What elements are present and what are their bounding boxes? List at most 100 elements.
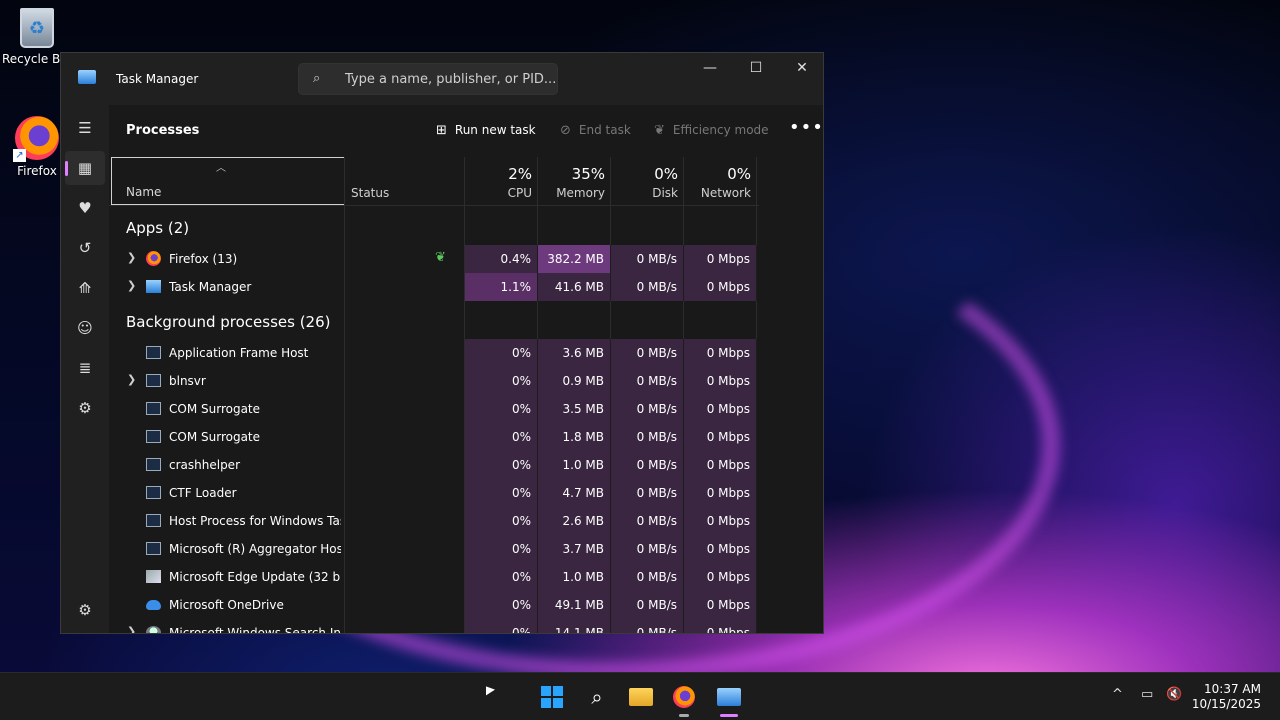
minimize-button[interactable]: — [687,53,733,83]
expand-chevron-icon[interactable]: ❯ [127,373,136,386]
taskbar-search-button[interactable]: ⌕ [577,681,617,713]
process-row[interactable]: Microsoft OneDrive 0% 49.1 MB 0 MB/s 0 Mbps [109,591,759,619]
process-list: Apps (2) Background processes (26) ❯ Fire… [109,205,823,633]
process-row[interactable]: CTF Loader 0% 4.7 MB 0 MB/s 0 Mbps [109,479,759,507]
process-row[interactable]: Application Frame Host 0% 3.6 MB 0 MB/s 0 Mb… [109,339,759,367]
task-manager-window: Task Manager ⌕ Type a name, publisher, o… [60,52,824,634]
column-label: Name [126,185,162,199]
memory-cell: 1.0 MB [538,563,611,591]
folder-icon [629,688,653,706]
clock-time: 10:37 AM [1204,682,1261,696]
users-icon[interactable]: ☺ [65,311,105,345]
cpu-cell: 0% [465,591,538,619]
file-explorer-button[interactable] [621,681,661,713]
recycle-bin-icon [20,8,54,48]
disk-cell: 0 MB/s [611,563,684,591]
network-cell: 0 Mbps [684,245,757,273]
taskbar: ⌕ ^ ▭ 🔇 10:37 AM 10/15/2025 [0,672,1280,720]
close-button[interactable]: ✕ [779,53,823,83]
settings-icon[interactable]: ⚙ [65,593,105,627]
network-cell: 0 Mbps [684,273,757,301]
search-placeholder[interactable]: Type a name, publisher, or PID... [345,72,556,87]
process-name: COM Surrogate [169,402,261,416]
more-options-button[interactable]: ••• [789,117,823,138]
expand-chevron-icon[interactable]: ❯ [127,625,136,633]
network-icon[interactable]: ▭ [1141,687,1153,702]
column-header-network[interactable]: 0% Network [684,157,757,205]
process-row[interactable]: ❯ Microsoft Windows Search In... 0% 14.1 MB… [109,619,759,633]
cpu-cell: 0% [465,367,538,395]
column-header-disk[interactable]: 0% Disk [611,157,684,205]
memory-cell: 41.6 MB [538,273,611,301]
taskbar-task-manager-button[interactable] [709,681,749,717]
memory-cell: 4.7 MB [538,479,611,507]
process-icon [146,570,161,583]
taskbar-firefox-button[interactable] [664,681,704,717]
show-hidden-icons-button[interactable]: ^ [1112,687,1123,702]
efficiency-mode-button[interactable]: ❦ Efficiency mode [654,123,769,138]
network-cell: 0 Mbps [684,535,757,563]
process-icon [146,280,161,293]
maximize-button[interactable]: ☐ [733,53,779,83]
leaf-icon: ❦ [654,123,665,138]
network-total: 0% [727,165,751,183]
process-row[interactable]: Microsoft (R) Aggregator Host 0% 3.7 MB 0 M… [109,535,759,563]
process-row[interactable]: COM Surrogate 0% 1.8 MB 0 MB/s 0 Mbps [109,423,759,451]
disk-cell: 0 MB/s [611,591,684,619]
process-row[interactable]: Microsoft Edge Update (32 bit) 0% 1.0 MB 0 … [109,563,759,591]
process-name: Application Frame Host [169,346,309,360]
process-row[interactable]: Host Process for Windows Tasks 0% 2.6 MB 0 … [109,507,759,535]
services-icon[interactable]: ⚙ [65,391,105,425]
memory-cell: 3.5 MB [538,395,611,423]
process-name: CTF Loader [169,486,237,500]
expand-chevron-icon[interactable]: ❯ [127,251,136,264]
process-row[interactable]: COM Surrogate 0% 3.5 MB 0 MB/s 0 Mbps [109,395,759,423]
nav-rail: ☰ ▦ ♥ ↺ ⟰ ☺ ≣ ⚙ ⚙ [61,105,109,633]
system-clock[interactable]: 10:37 AM 10/15/2025 [1192,682,1261,712]
column-header-name[interactable]: ︿ Name [111,157,345,205]
memory-cell: 49.1 MB [538,591,611,619]
memory-cell: 3.7 MB [538,535,611,563]
startup-apps-icon[interactable]: ⟰ [65,271,105,305]
process-icon [146,430,161,443]
disk-cell: 0 MB/s [611,339,684,367]
process-name: COM Surrogate [169,430,261,444]
command-bar: Processes ⊞ Run new task ⊘ End task ❦ Effic… [109,105,823,157]
memory-cell: 1.8 MB [538,423,611,451]
process-icon [146,626,161,633]
process-row[interactable]: ❯ Firefox (13) ❦ 0.4% 382.2 MB 0 MB/s 0 Mbps [109,245,759,273]
column-header-memory[interactable]: 35% Memory [538,157,611,205]
column-header-status[interactable]: Status [345,157,465,205]
column-label: Status [351,186,390,200]
process-name: Task Manager [169,280,252,294]
cpu-cell: 0% [465,535,538,563]
run-new-task-button[interactable]: ⊞ Run new task [436,123,536,138]
column-header-cpu[interactable]: 2% CPU [465,157,538,205]
process-name: Microsoft OneDrive [169,598,284,612]
search-box[interactable]: ⌕ Type a name, publisher, or PID... [298,63,558,95]
network-cell: 0 Mbps [684,591,757,619]
run-task-icon: ⊞ [436,123,447,138]
disk-cell: 0 MB/s [611,395,684,423]
app-history-icon[interactable]: ↺ [65,231,105,265]
cpu-cell: 0% [465,395,538,423]
end-task-button[interactable]: ⊘ End task [560,123,631,138]
efficiency-mode-leaf-icon: ❦ [435,250,446,265]
expand-chevron-icon[interactable]: ❯ [127,279,136,292]
title-bar[interactable]: Task Manager ⌕ Type a name, publisher, o… [61,53,823,105]
process-name: Host Process for Windows Tasks [169,514,341,528]
process-row[interactable]: ❯ Task Manager 1.1% 41.6 MB 0 MB/s 0 Mbps [109,273,759,301]
volume-muted-icon[interactable]: 🔇 [1166,687,1182,702]
process-icon [146,374,161,387]
process-row[interactable]: crashhelper 0% 1.0 MB 0 MB/s 0 Mbps [109,451,759,479]
run-new-task-label: Run new task [454,123,536,137]
details-icon[interactable]: ≣ [65,351,105,385]
memory-cell: 14.1 MB [538,619,611,633]
hamburger-menu-icon[interactable]: ☰ [65,111,105,145]
firefox-icon: ↗ [13,116,59,162]
process-row[interactable]: ❯ blnsvr 0% 0.9 MB 0 MB/s 0 Mbps [109,367,759,395]
desktop-icon-label: Recycle Bin [2,52,60,66]
start-button[interactable] [532,681,572,713]
performance-icon[interactable]: ♥ [65,191,105,225]
processes-icon[interactable]: ▦ [65,151,105,185]
